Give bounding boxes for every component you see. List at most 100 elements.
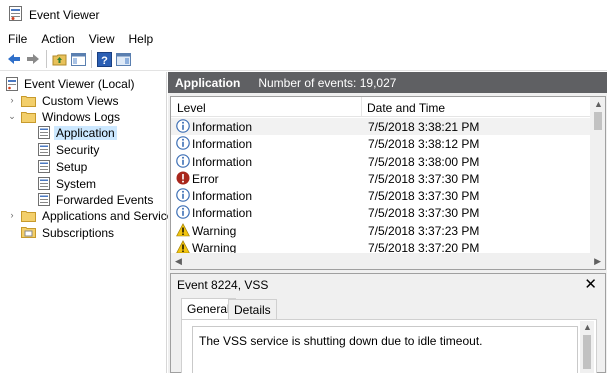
tree-item-event-viewer-local[interactable]: Event Viewer (Local) (6, 75, 137, 92)
event-viewer-app-icon (9, 6, 22, 24)
menu-action[interactable]: Action (41, 32, 74, 46)
events-list: Information 7/5/2018 3:38:21 PM Informatio… (171, 118, 591, 256)
title-bar: Event Viewer (0, 0, 607, 30)
tree-item-subscriptions[interactable]: Subscriptions (21, 224, 116, 241)
collapse-chevron-icon[interactable]: ⌄ (8, 111, 16, 121)
event-level: Warning (192, 223, 237, 238)
table-row[interactable]: Information 7/5/2018 3:38:00 PM (171, 153, 591, 170)
table-row[interactable]: Information 7/5/2018 3:37:30 PM (171, 204, 591, 221)
tree-item-forwarded-events[interactable]: Forwarded Events (38, 191, 155, 208)
console-tree: Event Viewer (Local) › Custom Views ⌄ Wi… (0, 72, 179, 373)
scroll-left-icon[interactable]: ◀ (175, 256, 182, 267)
column-divider[interactable] (361, 97, 362, 117)
tree-item-system[interactable]: System (38, 175, 98, 192)
log-icon (38, 143, 50, 156)
event-date-time: 7/5/2018 3:37:30 PM (368, 189, 480, 204)
event-date-time: 7/5/2018 3:38:12 PM (368, 137, 480, 152)
information-icon (176, 188, 190, 202)
event-detail-title: Event 8224, VSS (177, 278, 269, 292)
information-icon (176, 136, 190, 151)
event-level: Information (192, 206, 253, 221)
forward-icon (27, 54, 39, 64)
log-icon (38, 126, 50, 139)
event-level: Information (192, 154, 253, 169)
event-level: Information (192, 120, 253, 134)
tree-item-applications-services[interactable]: Applications and Services (21, 207, 181, 224)
menu-view[interactable]: View (89, 32, 115, 46)
close-icon[interactable]: ✕ (584, 275, 597, 293)
information-icon (176, 205, 190, 220)
toolbar: ? (0, 48, 607, 71)
message-scrollbar[interactable]: ▲ (580, 321, 594, 373)
event-date-time: 7/5/2018 3:38:21 PM (368, 120, 480, 134)
event-date-time: 7/5/2018 3:37:23 PM (368, 223, 480, 238)
event-level: Error (192, 171, 219, 186)
menu-help[interactable]: Help (129, 32, 154, 46)
back-icon (8, 54, 20, 64)
menu-bar: File Action View Help (0, 30, 607, 48)
table-header: Level Date and Time (171, 97, 591, 117)
window-title: Event Viewer (29, 8, 100, 22)
back-button[interactable] (5, 50, 23, 68)
tree-item-windows-logs[interactable]: Windows Logs (21, 108, 122, 125)
main-pane: Application Number of events: 19,027 Lev… (168, 72, 607, 373)
table-row[interactable]: Information 7/5/2018 3:38:12 PM (171, 135, 591, 152)
events-table: Level Date and Time Information 7/5/2018 … (170, 96, 606, 270)
event-detail-pane: Event 8224, VSS ✕ General Details The VS… (170, 273, 606, 373)
table-row[interactable]: Warning 7/5/2018 3:37:23 PM (171, 222, 591, 239)
show-hide-tree-button[interactable] (69, 50, 87, 68)
tree-item-application[interactable]: Application (38, 124, 117, 141)
general-tab-content: The VSS service is shutting down due to … (181, 319, 597, 373)
event-level: Information (192, 189, 253, 204)
log-header: Application Number of events: 19,027 (168, 72, 607, 93)
scroll-thumb[interactable] (583, 335, 591, 369)
table-row[interactable]: Information 7/5/2018 3:38:21 PM (171, 118, 591, 136)
tree-item-security[interactable]: Security (38, 141, 101, 158)
tree-item-setup[interactable]: Setup (38, 158, 89, 175)
event-viewer-icon (6, 76, 18, 91)
toolbar-separator (46, 50, 47, 68)
event-message[interactable]: The VSS service is shutting down due to … (192, 326, 578, 373)
help-button[interactable]: ? (95, 50, 113, 68)
log-icon (38, 193, 50, 206)
up-folder-button[interactable] (50, 50, 68, 68)
event-date-time: 7/5/2018 3:37:30 PM (368, 206, 480, 221)
events-vertical-scrollbar[interactable]: ▲ (590, 97, 605, 253)
scroll-right-icon[interactable]: ▶ (594, 256, 601, 267)
menu-file[interactable]: File (8, 32, 27, 46)
svg-text:?: ? (101, 55, 108, 67)
folder-icon (21, 95, 36, 107)
show-action-pane-button[interactable] (114, 50, 132, 68)
table-row[interactable]: Error 7/5/2018 3:37:30 PM (171, 170, 591, 187)
warning-icon (176, 240, 190, 254)
error-icon (176, 171, 190, 185)
event-date-time: 7/5/2018 3:37:30 PM (368, 171, 480, 186)
show-action-pane-icon (115, 52, 131, 66)
information-icon (176, 153, 190, 168)
folder-icon (21, 210, 36, 222)
help-icon: ? (96, 51, 112, 67)
expand-chevron-icon[interactable]: › (8, 95, 16, 105)
events-horizontal-scrollbar[interactable]: ◀ ▶ (171, 253, 605, 269)
log-icon (38, 160, 50, 173)
warning-icon (176, 222, 190, 237)
tree-item-custom-views[interactable]: Custom Views (21, 92, 120, 109)
scroll-up-icon[interactable]: ▲ (594, 99, 603, 109)
scroll-thumb[interactable] (594, 112, 602, 130)
column-header-level[interactable]: Level (177, 101, 206, 115)
toolbar-separator (91, 50, 92, 68)
event-date-time: 7/5/2018 3:38:00 PM (368, 154, 480, 169)
up-folder-icon (52, 54, 66, 65)
forward-button[interactable] (24, 50, 42, 68)
event-level: Information (192, 137, 253, 152)
table-row[interactable]: Information 7/5/2018 3:37:30 PM (171, 187, 591, 204)
tab-details[interactable]: Details (228, 299, 277, 319)
column-header-date-time[interactable]: Date and Time (367, 101, 445, 115)
folder-icon (21, 111, 36, 123)
expand-chevron-icon[interactable]: › (8, 210, 16, 220)
information-icon (176, 119, 190, 133)
event-count: Number of events: 19,027 (258, 75, 397, 90)
log-icon (38, 177, 50, 190)
subscriptions-icon (21, 227, 36, 238)
scroll-up-icon[interactable]: ▲ (583, 322, 592, 332)
